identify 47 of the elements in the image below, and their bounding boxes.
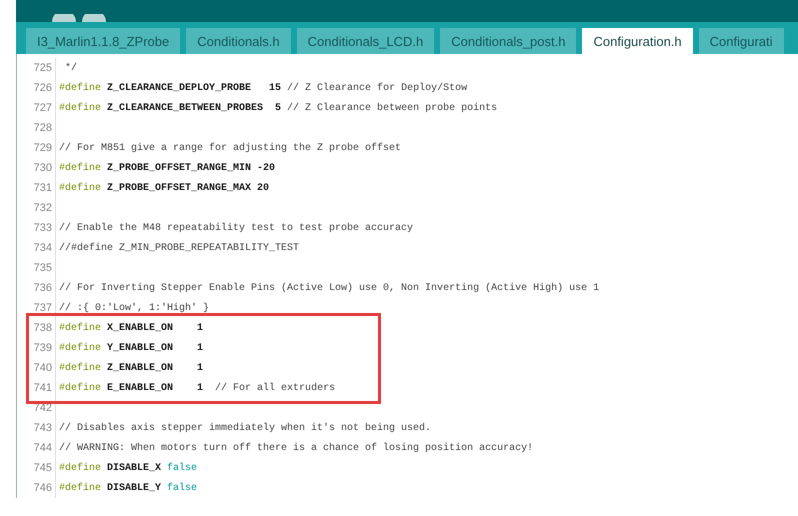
code-line: #define Y_ENABLE_ON 1 xyxy=(58,342,204,354)
code-line: #define E_ENABLE_ON 1 // For all extruders xyxy=(58,382,336,394)
line-number: 730 xyxy=(17,158,56,178)
line-number: 736 xyxy=(17,278,56,298)
code-line: // Enable the M48 repeatability test to test probe accuracy xyxy=(58,222,414,234)
line-number: 729 xyxy=(17,138,56,158)
code-line: #define Z_PROBE_OFFSET_RANGE_MAX 20 xyxy=(58,182,270,194)
file-tab[interactable]: I3_Marlin1.1.8_ZProbe xyxy=(26,28,180,54)
line-number: 735 xyxy=(17,258,56,278)
code-line: // :{ 0:'Low', 1:'High' } xyxy=(58,302,210,314)
code-line: #define DISABLE_Y false xyxy=(58,482,198,494)
line-number: 728 xyxy=(17,118,56,138)
line-number: 744 xyxy=(17,438,56,458)
code-line: #define DISABLE_X false xyxy=(58,462,198,474)
code-line: */ xyxy=(64,62,78,74)
code-line: // For Inverting Stepper Enable Pins (Active Low) use 0, Non Inverting (Active High) use 1 xyxy=(58,282,600,294)
line-number: 740 xyxy=(17,358,56,378)
code-line: // WARNING: When motors turn off there is a chance of losing position accuracy! xyxy=(58,442,534,454)
file-tab[interactable]: Configuration.h xyxy=(582,28,693,54)
code-line: //#define Z_MIN_PROBE_REPEATABILITY_TEST xyxy=(58,242,300,254)
file-tab[interactable]: Conditionals.h xyxy=(186,28,291,54)
line-number: 734 xyxy=(17,238,56,258)
line-number: 745 xyxy=(17,458,56,478)
code-line: #define Z_CLEARANCE_BETWEEN_PROBES 5 // Z Clearance between probe points xyxy=(58,102,498,114)
line-number: 737 xyxy=(17,298,56,318)
line-number: 738 xyxy=(17,318,56,338)
toolbar-button-icon[interactable] xyxy=(82,14,106,22)
line-number: 727 xyxy=(17,98,56,118)
line-number: 746 xyxy=(17,478,56,498)
toolbar-button-icon[interactable] xyxy=(52,14,76,22)
line-number: 733 xyxy=(17,218,56,238)
line-number: 741 xyxy=(17,378,56,398)
code-line: #define Z_ENABLE_ON 1 xyxy=(58,362,204,374)
file-tab[interactable]: Configurati xyxy=(698,28,784,54)
line-number: 731 xyxy=(17,178,56,198)
file-tab[interactable]: Conditionals_LCD.h xyxy=(296,28,434,54)
line-number: 732 xyxy=(17,198,56,218)
code-line: #define Z_CLEARANCE_DEPLOY_PROBE 15 // Z Clearance for Deploy/Stow xyxy=(58,82,468,94)
code-line: // Disables axis stepper immediately when it's not being used. xyxy=(58,422,432,434)
line-number: 726 xyxy=(17,78,56,98)
code-line: #define X_ENABLE_ON 1 xyxy=(58,322,204,334)
line-number: 739 xyxy=(17,338,56,358)
file-tab[interactable]: Conditionals_post.h xyxy=(440,28,576,54)
code-line: // For M851 give a range for adjusting the Z probe offset xyxy=(58,142,402,154)
line-number: 725 xyxy=(17,58,56,78)
line-number: 743 xyxy=(17,418,56,438)
code-line: #define Z_PROBE_OFFSET_RANGE_MIN -20 xyxy=(58,162,276,174)
